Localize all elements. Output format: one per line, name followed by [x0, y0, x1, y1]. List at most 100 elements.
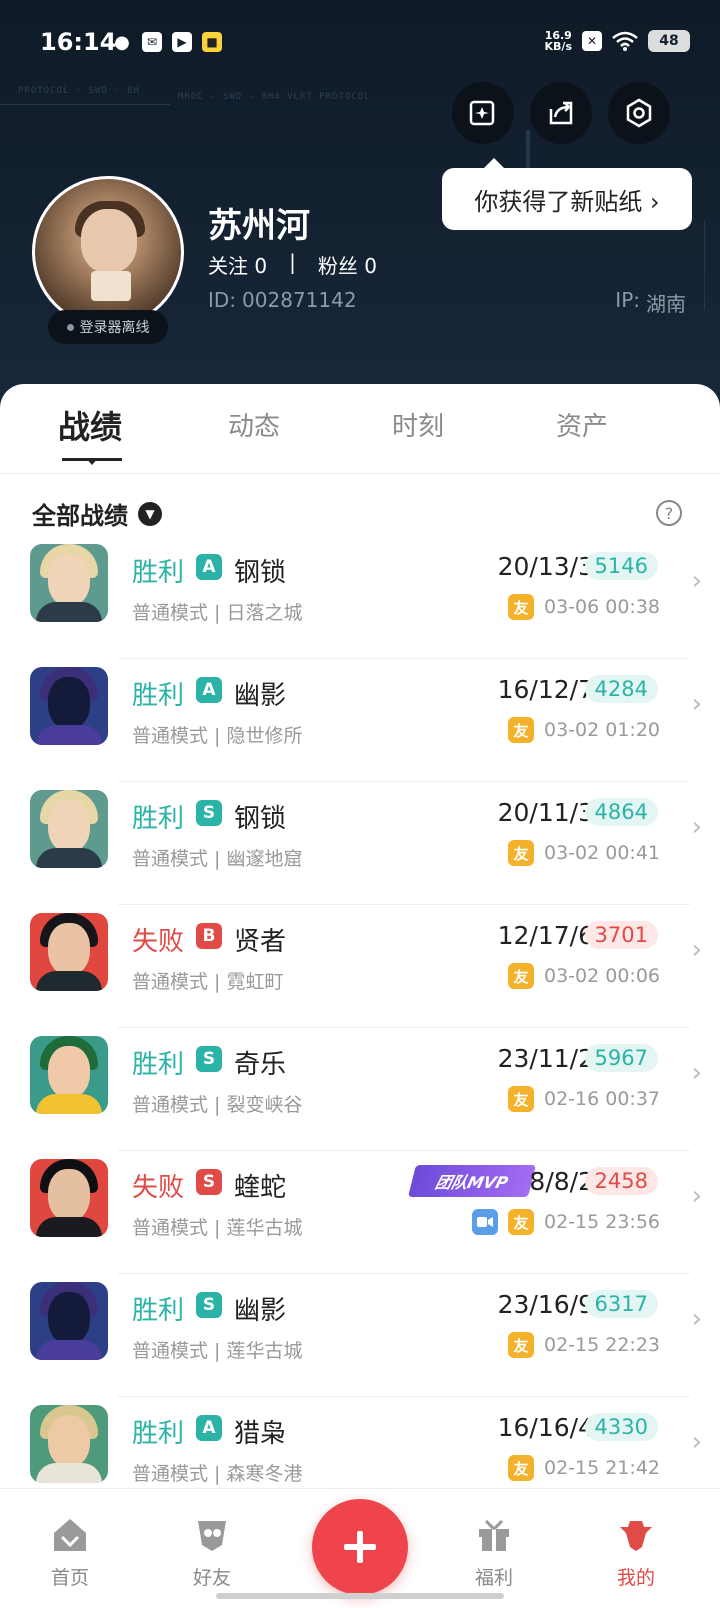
share-button[interactable] [530, 82, 592, 144]
match-row[interactable]: 胜利 A 钢锁 普通模式 | 日落之城 20/13/3 5146 友 03-06… [0, 536, 720, 659]
match-row[interactable]: 胜利 A 幽影 普通模式 | 隐世修所 16/12/7 4284 友 03-02… [0, 659, 720, 782]
match-row[interactable]: 胜利 S 幽影 普通模式 | 莲华古城 23/16/9 6317 友 02-15… [0, 1274, 720, 1397]
portrait-body [36, 1340, 102, 1360]
wechat-icon: ● [114, 31, 130, 53]
sticker-button[interactable] [452, 82, 514, 144]
nav-home[interactable]: 首页 [30, 1515, 110, 1590]
match-time: 03-02 01:20 [544, 719, 661, 741]
agent-portrait [30, 1159, 108, 1237]
match-mode-map: 普通模式 | 森寒冬港 [132, 1463, 303, 1485]
nav-mine-label: 我的 [616, 1567, 655, 1589]
help-icon[interactable]: ? [656, 500, 682, 526]
match-score: 4864 [584, 798, 658, 826]
nav-mine[interactable]: 我的 [596, 1515, 676, 1590]
match-kda: 16/16/4 [497, 1413, 594, 1442]
match-row[interactable]: 胜利 S 奇乐 普通模式 | 裂变峡谷 23/11/2 5967 友 02-16… [0, 1028, 720, 1151]
match-mode-map: 普通模式 | 莲华古城 [132, 1217, 303, 1239]
match-mode-map: 普通模式 | 霓虹町 [132, 971, 284, 993]
match-result: 胜利 [132, 804, 185, 834]
gesture-bar[interactable] [216, 1593, 504, 1599]
decorative-text: MROC - SWD - 8H4 VLRT PROTOCOL [178, 92, 371, 102]
match-grade: A [196, 1415, 222, 1441]
match-time: 03-02 00:06 [544, 965, 661, 987]
decorative-line [0, 104, 170, 105]
video-icon[interactable] [472, 1209, 498, 1235]
match-mode-map: 普通模式 | 莲华古城 [132, 1340, 303, 1362]
nav-friends-label: 好友 [192, 1567, 231, 1589]
agent-portrait [30, 1405, 108, 1483]
decorative-line [526, 130, 530, 170]
follow-divider: | [289, 250, 296, 274]
active-tab-indicator [62, 458, 122, 465]
tab-assets[interactable]: 资产 [556, 406, 608, 443]
tab-moments[interactable]: 时刻 [392, 406, 444, 443]
add-button[interactable] [312, 1499, 408, 1595]
match-grade: B [196, 923, 222, 949]
portrait-body [36, 1094, 102, 1114]
portrait-body [36, 602, 102, 622]
nav-welfare-label: 福利 [474, 1567, 513, 1589]
agent-name: 奇乐 [234, 1050, 287, 1080]
match-result: 胜利 [132, 1296, 185, 1326]
profile-icon [620, 1521, 652, 1551]
match-result: 胜利 [132, 1050, 185, 1080]
fans-label: 粉丝 [317, 254, 358, 278]
filter-label: 全部战绩 [32, 502, 128, 530]
match-time: 02-16 00:37 [544, 1088, 661, 1110]
gift-icon [479, 1519, 509, 1551]
portrait-face [48, 677, 90, 729]
status-right: 16.9 KB/s ✕ 48 [545, 30, 690, 52]
chevron-right-icon: › [691, 1427, 702, 1457]
portrait-face [48, 1046, 90, 1098]
avatar-cup [91, 271, 131, 301]
net-speed-unit: KB/s [544, 40, 572, 53]
nav-home-label: 首页 [50, 1567, 89, 1589]
net-speed: 16.9 KB/s [545, 30, 572, 52]
agent-portrait [30, 1036, 108, 1114]
chevron-right-icon: › [691, 1181, 702, 1211]
avatar-face [81, 209, 137, 273]
home-icon [54, 1519, 86, 1551]
match-time: 02-15 21:42 [544, 1457, 661, 1479]
match-row[interactable]: 胜利 S 钢锁 普通模式 | 幽邃地窟 20/11/3 4864 友 03-02… [0, 782, 720, 905]
follow-count: 0 [254, 254, 268, 278]
decorative-line [704, 220, 705, 310]
id-value: 002871142 [242, 288, 357, 312]
match-grade: S [196, 1046, 222, 1072]
share-icon [549, 101, 573, 125]
friend-badge: 友 [508, 1086, 534, 1112]
agent-portrait [30, 913, 108, 991]
chevron-right-icon: › [691, 566, 702, 596]
sticker-icon [469, 100, 495, 126]
friend-badge: 友 [508, 1209, 534, 1235]
match-kda: 20/13/3 [497, 552, 594, 581]
follow-stat[interactable]: 关注 0 [208, 250, 267, 279]
login-status-badge: 登录器离线 [48, 310, 168, 344]
chevron-right-icon: › [691, 1304, 702, 1334]
match-score: 5146 [584, 552, 658, 580]
portrait-body [36, 971, 102, 991]
match-time: 03-06 00:38 [544, 596, 661, 618]
tab-record[interactable]: 战绩 [58, 402, 122, 448]
new-sticker-tooltip[interactable]: 你获得了新贴纸 › [442, 158, 692, 230]
match-result: 胜利 [132, 681, 185, 711]
agent-name: 猎枭 [234, 1419, 287, 1449]
tab-feed[interactable]: 动态 [228, 406, 280, 443]
match-row[interactable]: 失败 S 蝰蛇 普通模式 | 莲华古城 团队MVP 8/8/2 2458 友 0… [0, 1151, 720, 1274]
avatar[interactable] [32, 176, 184, 328]
nav-friends[interactable]: 好友 [172, 1515, 252, 1590]
portrait-face [48, 923, 90, 975]
fans-stat[interactable]: 粉丝 0 [318, 250, 377, 279]
match-kda: 23/16/9 [497, 1290, 594, 1319]
settings-button[interactable] [608, 82, 670, 144]
match-row[interactable]: 失败 B 贤者 普通模式 | 霓虹町 12/17/6 3701 友 03-02 … [0, 905, 720, 1028]
nav-welfare[interactable]: 福利 [454, 1515, 534, 1590]
portrait-face [48, 1415, 90, 1467]
agent-name: 蝰蛇 [234, 1173, 287, 1203]
match-grade: A [196, 554, 222, 580]
match-kda: 20/11/3 [497, 798, 594, 827]
chevron-right-icon: › [691, 812, 702, 842]
portrait-body [36, 725, 102, 745]
record-filter[interactable]: 全部战绩 ▼ [32, 496, 162, 531]
friend-badge: 友 [508, 1455, 534, 1481]
